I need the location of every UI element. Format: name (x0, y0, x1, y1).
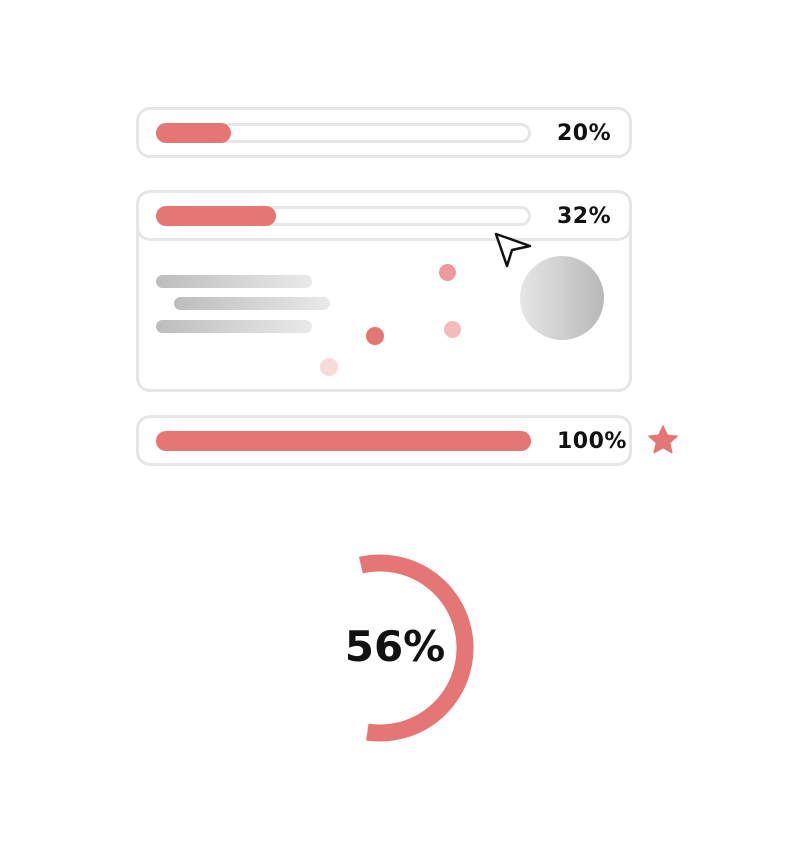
star-icon (647, 424, 679, 456)
progress-label-1: 20% (557, 121, 612, 146)
decorative-dot-4 (320, 358, 338, 376)
decorative-dot-1 (439, 264, 456, 281)
progress-label-3: 100% (557, 429, 627, 454)
progress-fill-2 (156, 206, 276, 226)
decorative-dot-2 (366, 327, 384, 345)
decorative-dot-3 (444, 321, 461, 338)
progress-fill-1 (156, 123, 231, 143)
cursor-arrow-icon (490, 230, 536, 270)
progress-ring-label: 56% (344, 622, 446, 671)
skeleton-line-2 (174, 297, 330, 310)
progress-label-2: 32% (557, 204, 612, 229)
skeleton-line-3 (156, 320, 312, 333)
progress-fill-3 (156, 431, 531, 451)
skeleton-line-1 (156, 275, 312, 288)
